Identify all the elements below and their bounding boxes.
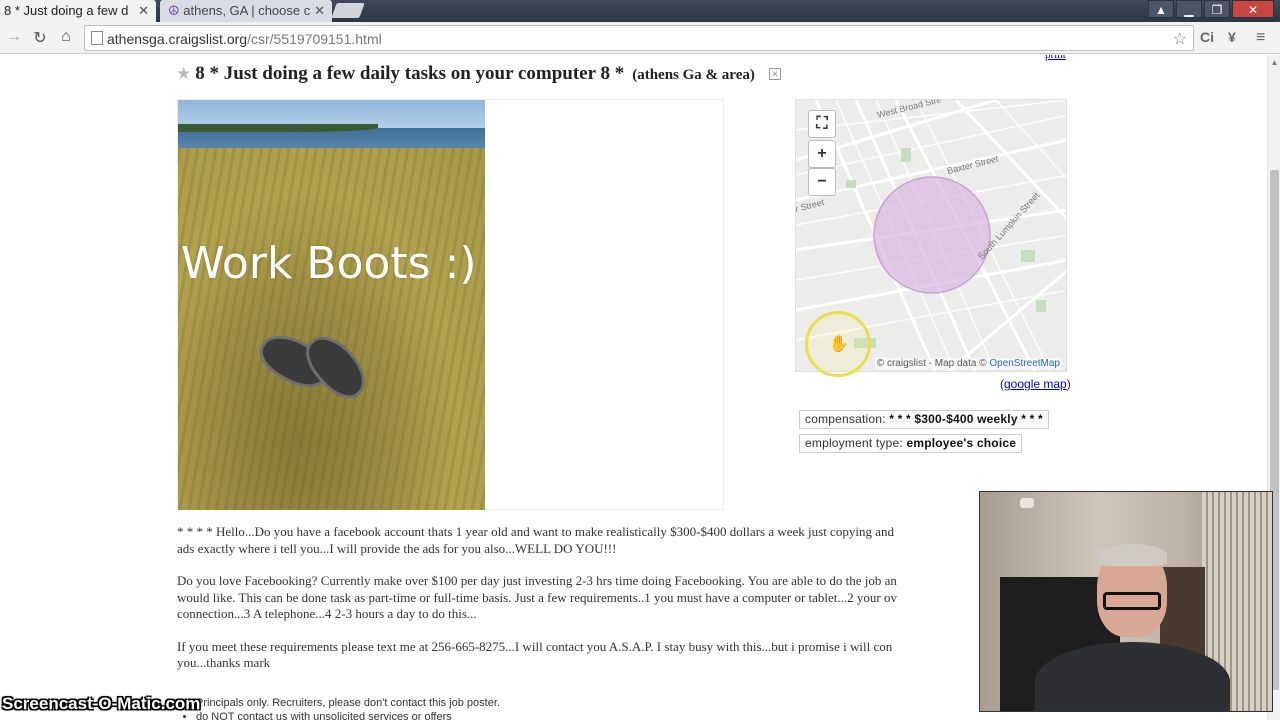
close-window-button[interactable]: ✕ <box>1232 0 1274 18</box>
recorder-watermark: Screencast-O-Matic.com <box>2 694 201 713</box>
url-text[interactable]: athensga.craigslist.org/csr/5519709151.h… <box>107 31 382 47</box>
photo-caption: Work Boots :) <box>181 238 477 289</box>
street-label: Baxter Street <box>946 153 1000 176</box>
user-icon[interactable]: ▲ <box>1148 0 1174 18</box>
favorite-star-icon[interactable]: ★ <box>176 64 191 83</box>
webcam-person-hair <box>1097 544 1167 566</box>
photo-shore <box>178 124 378 132</box>
url-path: /csr/5519709151.html <box>247 31 382 47</box>
tab-inactive[interactable]: ☮ athens, GA | choose c ✕ <box>160 0 332 22</box>
employment-type-value: employee's choice <box>906 436 1017 450</box>
close-tab-icon[interactable]: ✕ <box>138 3 149 19</box>
url-host: athensga.craigslist.org <box>107 31 248 47</box>
peace-icon: ☮ <box>168 3 180 18</box>
body-paragraph: Do you love Facebooking? Currently make … <box>177 573 1007 623</box>
extension-yen-icon[interactable]: ¥ <box>1228 29 1236 45</box>
posting-title-text: 8 * Just doing a few daily tasks on your… <box>195 63 625 84</box>
home-icon[interactable]: ⌂ <box>56 28 76 46</box>
body-paragraph: If you meet these requirements please te… <box>177 639 1007 672</box>
forward-icon[interactable]: → <box>4 28 24 46</box>
google-map-link[interactable]: google map <box>1004 377 1067 391</box>
map-area-circle <box>873 176 991 294</box>
posting-body: * * * * Hello...Do you have a facebook a… <box>177 524 1007 688</box>
compensation-value: * * * $300-$400 weekly * * * <box>889 412 1043 426</box>
reload-icon[interactable]: ↻ <box>30 28 50 48</box>
tab-active[interactable]: 8 * Just doing a few d ✕ <box>0 0 156 22</box>
employment-type-attribute: employment type: employee's choice <box>799 434 1023 453</box>
osm-link[interactable]: OpenStreetMap <box>989 358 1060 369</box>
body-line: Do you love Facebooking? Currently make … <box>177 573 897 588</box>
print-link[interactable]: print <box>1045 55 1066 61</box>
page-icon <box>91 31 103 45</box>
extension-ci-icon[interactable]: Ci <box>1200 29 1214 45</box>
posting-notices: Principals only. Recruiters, please don'… <box>180 696 500 720</box>
notice-item: do NOT contact us with unsolicited servi… <box>196 710 500 720</box>
webcam-person-glasses <box>1103 592 1161 610</box>
body-line: * * * * Hello...Do you have a facebook a… <box>177 524 894 539</box>
webcam-ceiling-fan <box>1020 498 1034 508</box>
posting-title: ★ 8 * Just doing a few daily tasks on you… <box>176 63 781 85</box>
bookmark-star-icon[interactable]: ☆ <box>1173 29 1187 49</box>
body-line: connection...3 A telephone...4 2-3 hours… <box>177 606 477 621</box>
menu-icon[interactable]: ≡ <box>1256 29 1265 47</box>
image-gallery: Work Boots :) <box>177 99 724 510</box>
google-map-link-wrapper: (google map) <box>1000 377 1071 391</box>
body-line: ads exactly where i tell you...I will pr… <box>177 540 617 556</box>
hand-cursor-icon: ✋ <box>829 336 849 353</box>
hide-posting-icon[interactable]: ✕ <box>768 68 781 80</box>
posting-photo[interactable]: Work Boots :) <box>178 100 485 510</box>
fullscreen-button[interactable]: ⛶ <box>808 110 836 138</box>
body-line: you...thanks mark <box>177 655 271 670</box>
close-tab-icon[interactable]: ✕ <box>314 3 325 19</box>
body-line: If you meet these requirements please te… <box>177 638 893 654</box>
zoom-in-button[interactable]: + <box>808 140 836 168</box>
new-tab-button[interactable] <box>331 3 365 18</box>
map-attribution: © craigslist - Map data © OpenStreetMap <box>874 358 1062 369</box>
window-controls: ▲ ▁ ❐ ✕ <box>1148 0 1274 18</box>
compensation-attribute: compensation: * * * $300-$400 weekly * *… <box>799 410 1049 429</box>
notice-item: Principals only. Recruiters, please don'… <box>196 696 500 710</box>
address-bar[interactable]: athensga.craigslist.org/csr/5519709151.h… <box>84 25 1194 51</box>
browser-tab-strip: 8 * Just doing a few d ✕ ☮ athens, GA | … <box>0 0 1280 22</box>
map-attribution-prefix: © craigslist - Map data © <box>876 358 987 369</box>
employment-type-label: employment type: <box>805 436 903 450</box>
maximize-button[interactable]: ❐ <box>1204 0 1230 18</box>
zoom-out-button[interactable]: − <box>808 168 836 196</box>
body-paragraph: * * * * Hello...Do you have a facebook a… <box>177 524 1007 557</box>
webcam-overlay <box>979 491 1273 712</box>
scroll-up-icon[interactable]: ▲ <box>1270 58 1279 67</box>
tab-title: athens, GA | choose c <box>183 3 311 18</box>
compensation-label: compensation: <box>805 412 886 426</box>
browser-toolbar: → ↻ ⌂ athensga.craigslist.org/csr/551970… <box>0 22 1280 54</box>
photo-grass-texture <box>178 148 485 510</box>
posting-location: (athens Ga & area) <box>632 67 755 83</box>
webcam-person-shirt <box>1035 642 1230 711</box>
tab-title: 8 * Just doing a few d <box>4 3 129 18</box>
minimize-button[interactable]: ▁ <box>1176 0 1202 18</box>
body-line: would like. This can be done task as par… <box>177 589 898 605</box>
